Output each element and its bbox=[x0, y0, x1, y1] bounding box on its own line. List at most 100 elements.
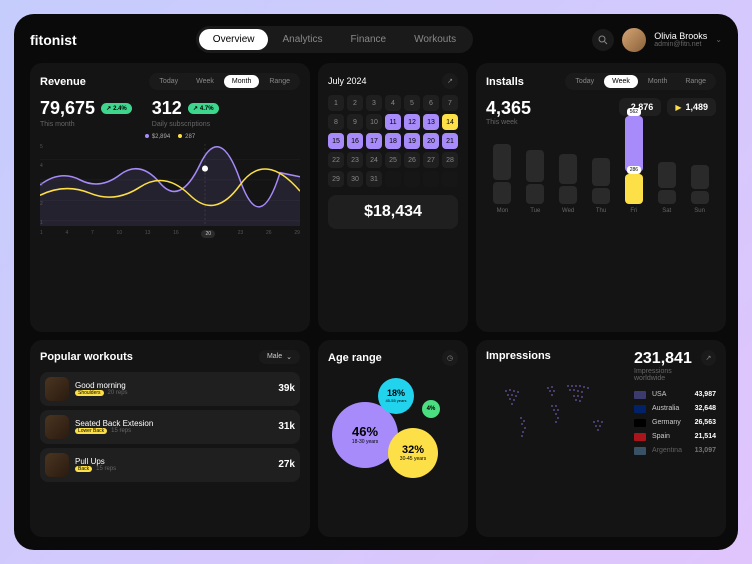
world-map bbox=[486, 366, 626, 456]
calendar-day[interactable]: 31 bbox=[366, 171, 382, 187]
calendar-day[interactable]: 23 bbox=[347, 152, 363, 168]
calendar-day[interactable]: 22 bbox=[328, 152, 344, 168]
tab-month[interactable]: Month bbox=[224, 75, 259, 88]
logo: fitonist bbox=[30, 32, 77, 48]
android-installs: ▶1,489 bbox=[667, 98, 716, 116]
workout-item[interactable]: Seated Back ExtesionLower Back15 reps31k bbox=[40, 410, 300, 444]
calendar-day[interactable]: 9 bbox=[347, 114, 363, 130]
subs-change-badge: ↗ 4.7% bbox=[188, 103, 219, 114]
installs-value: 4,365 bbox=[486, 98, 531, 119]
chevron-down-icon[interactable]: ⌄ bbox=[715, 35, 722, 44]
calendar-day[interactable] bbox=[404, 171, 420, 187]
calendar-day[interactable]: 1 bbox=[328, 95, 344, 111]
calendar-day[interactable]: 14 bbox=[442, 114, 458, 130]
age-card: Age range ◷ 46%18-30 years 32%30-45 year… bbox=[318, 340, 468, 538]
subs-label: Daily subscriptions bbox=[152, 121, 219, 128]
country-row[interactable]: Spain21,514 bbox=[634, 430, 716, 444]
calendar-day[interactable]: 28 bbox=[442, 152, 458, 168]
nav-workouts[interactable]: Workouts bbox=[400, 29, 470, 50]
calendar-day[interactable]: 21 bbox=[442, 133, 458, 149]
installs-tabs: Today Week Month Range bbox=[565, 73, 716, 90]
country-row[interactable]: Argentina13,097 bbox=[634, 444, 716, 458]
main-nav: Overview Analytics Finance Workouts bbox=[196, 26, 473, 53]
calendar-day[interactable]: 7 bbox=[442, 95, 458, 111]
tab-today[interactable]: Today bbox=[567, 75, 602, 88]
age-title: Age range bbox=[328, 352, 382, 364]
flag-icon bbox=[634, 391, 646, 399]
flag-icon bbox=[634, 433, 646, 441]
calendar-day[interactable]: 26 bbox=[404, 152, 420, 168]
calendar-day[interactable]: 6 bbox=[423, 95, 439, 111]
age-chart: 46%18-30 years 32%30-45 years 18%45-55 y… bbox=[328, 374, 458, 484]
search-button[interactable] bbox=[592, 29, 614, 51]
workout-image bbox=[45, 377, 69, 401]
tab-range[interactable]: Range bbox=[677, 75, 714, 88]
calendar-day[interactable]: 11 bbox=[385, 114, 401, 130]
calendar-day[interactable]: 24 bbox=[366, 152, 382, 168]
tab-month[interactable]: Month bbox=[640, 75, 675, 88]
workouts-title: Popular workouts bbox=[40, 351, 133, 363]
tab-week[interactable]: Week bbox=[188, 75, 222, 88]
calendar-day[interactable]: 17 bbox=[366, 133, 382, 149]
calendar-grid: 1234567891011121314151617181920212223242… bbox=[328, 95, 458, 187]
chart-x-axis: 14710131620232629 bbox=[40, 230, 300, 238]
clock-icon[interactable]: ◷ bbox=[442, 350, 458, 366]
calendar-day[interactable] bbox=[442, 171, 458, 187]
user-name: Olivia Brooks bbox=[654, 31, 707, 41]
workout-image bbox=[45, 453, 69, 477]
flag-icon bbox=[634, 419, 646, 427]
nav-overview[interactable]: Overview bbox=[199, 29, 269, 50]
calendar-day[interactable]: 3 bbox=[366, 95, 382, 111]
flag-icon bbox=[634, 447, 646, 455]
expand-icon[interactable]: ↗ bbox=[442, 73, 458, 89]
calendar-day[interactable]: 19 bbox=[404, 133, 420, 149]
installs-chart: 562286 bbox=[486, 132, 716, 204]
subs-value: 312 bbox=[152, 98, 182, 119]
country-row[interactable]: Australia32,648 bbox=[634, 402, 716, 416]
calendar-card: July 2024 ↗ 1234567891011121314151617181… bbox=[318, 63, 468, 332]
installs-label: This week bbox=[486, 119, 531, 126]
topbar: fitonist Overview Analytics Finance Work… bbox=[30, 26, 722, 53]
workouts-filter[interactable]: Male⌄ bbox=[259, 350, 300, 364]
revenue-value: 79,675 bbox=[40, 98, 95, 119]
impressions-label: Impressions worldwide bbox=[634, 368, 701, 382]
calendar-total: $18,434 bbox=[328, 195, 458, 229]
calendar-day[interactable]: 8 bbox=[328, 114, 344, 130]
nav-finance[interactable]: Finance bbox=[337, 29, 401, 50]
nav-analytics[interactable]: Analytics bbox=[268, 29, 336, 50]
calendar-day[interactable]: 2 bbox=[347, 95, 363, 111]
tab-today[interactable]: Today bbox=[151, 75, 186, 88]
calendar-day[interactable]: 25 bbox=[385, 152, 401, 168]
calendar-day[interactable]: 12 bbox=[404, 114, 420, 130]
revenue-title: Revenue bbox=[40, 76, 86, 88]
workout-item[interactable]: Good morningShoulders20 reps39k bbox=[40, 372, 300, 406]
revenue-change-badge: ↗ 2.4% bbox=[101, 103, 132, 114]
user-info[interactable]: Olivia Brooks admin@fitn.net bbox=[654, 31, 707, 48]
calendar-day[interactable]: 15 bbox=[328, 133, 344, 149]
calendar-day[interactable]: 18 bbox=[385, 133, 401, 149]
calendar-day[interactable]: 20 bbox=[423, 133, 439, 149]
calendar-day[interactable]: 30 bbox=[347, 171, 363, 187]
calendar-day[interactable]: 10 bbox=[366, 114, 382, 130]
flag-icon bbox=[634, 405, 646, 413]
country-row[interactable]: Germany26,563 bbox=[634, 416, 716, 430]
calendar-day[interactable]: 13 bbox=[423, 114, 439, 130]
workout-item[interactable]: Pull UpsBack15 reps27k bbox=[40, 448, 300, 482]
calendar-day[interactable]: 27 bbox=[423, 152, 439, 168]
tab-week[interactable]: Week bbox=[604, 75, 638, 88]
tab-range[interactable]: Range bbox=[261, 75, 298, 88]
calendar-day[interactable] bbox=[423, 171, 439, 187]
user-email: admin@fitn.net bbox=[654, 41, 707, 48]
calendar-day[interactable]: 29 bbox=[328, 171, 344, 187]
calendar-day[interactable] bbox=[385, 171, 401, 187]
expand-icon[interactable]: ↗ bbox=[701, 350, 716, 366]
country-row[interactable]: USA43,987 bbox=[634, 388, 716, 402]
calendar-day[interactable]: 4 bbox=[385, 95, 401, 111]
calendar-day[interactable]: 16 bbox=[347, 133, 363, 149]
avatar[interactable] bbox=[622, 28, 646, 52]
user-area: Olivia Brooks admin@fitn.net ⌄ bbox=[592, 28, 722, 52]
revenue-card: Revenue Today Week Month Range 79,675 ↗ 2… bbox=[30, 63, 310, 332]
impressions-title: Impressions bbox=[486, 350, 551, 362]
installs-card: Installs Today Week Month Range 4,365 Th… bbox=[476, 63, 726, 332]
calendar-day[interactable]: 5 bbox=[404, 95, 420, 111]
